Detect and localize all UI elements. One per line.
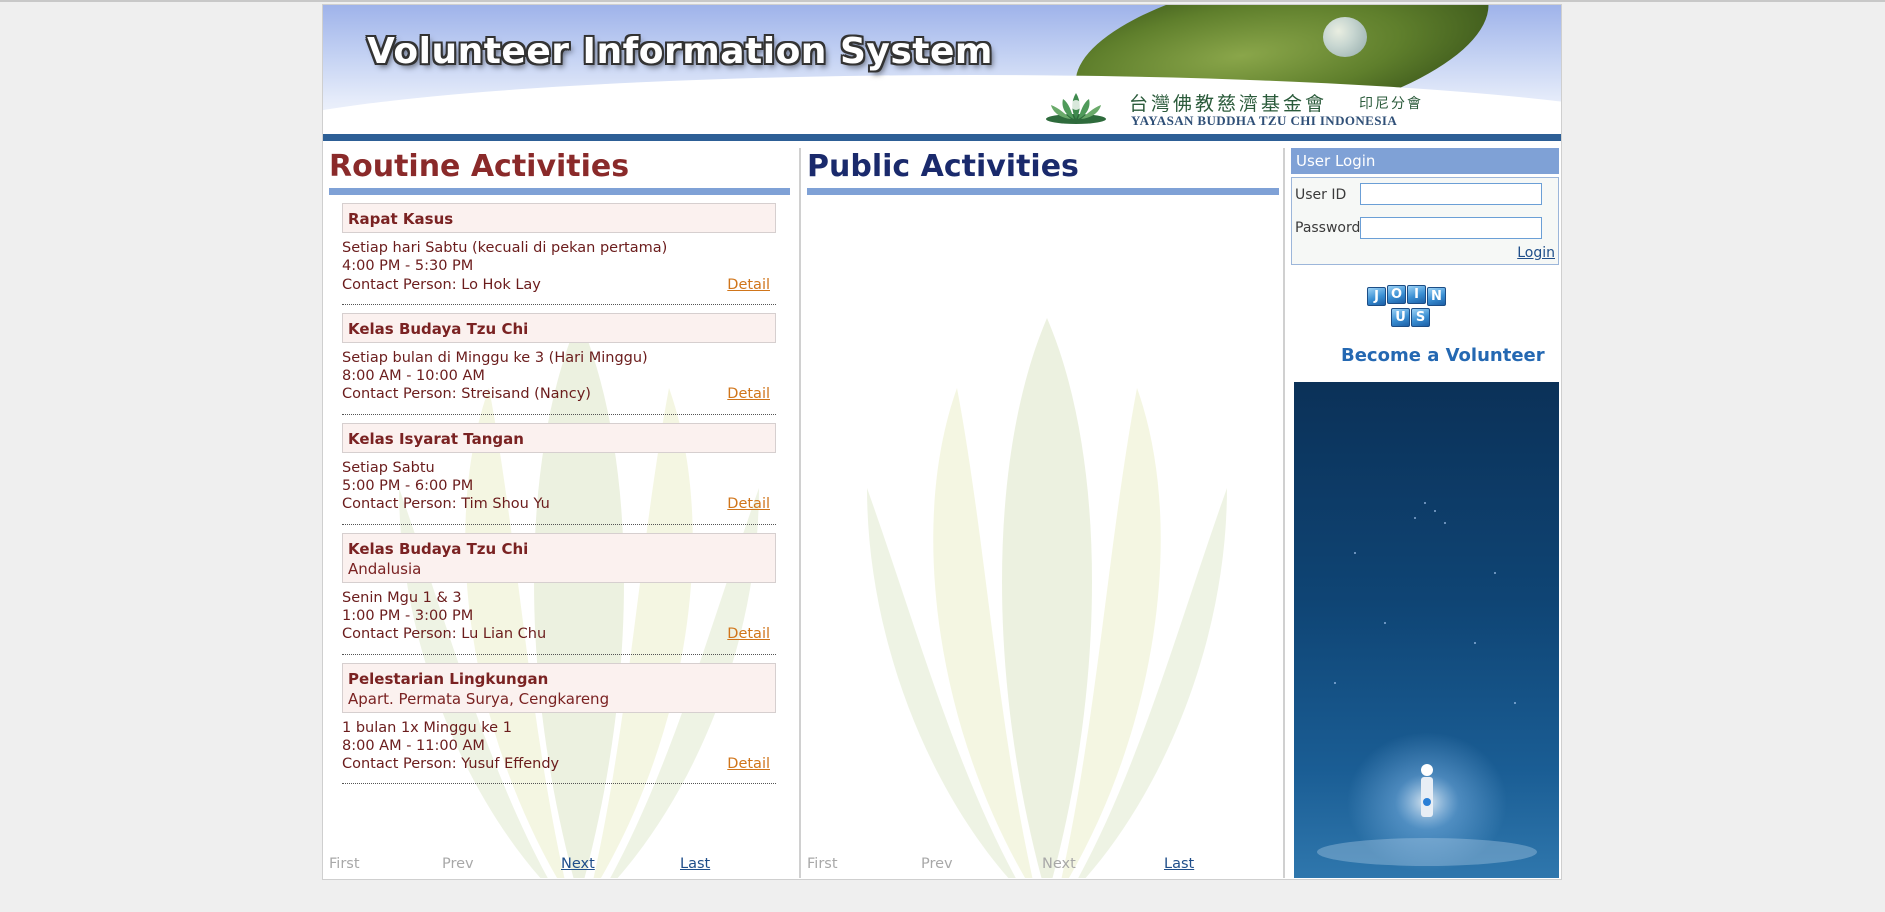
pager-last[interactable]: Last xyxy=(1164,856,1194,872)
lotus-watermark xyxy=(867,318,1227,878)
column-divider xyxy=(799,148,801,878)
join-cube: I xyxy=(1407,285,1426,304)
activity-contact-text: Contact Person: Lu Lian Chu xyxy=(342,626,547,643)
activity-header: Pelestarian Lingkungan Apart. Permata Su… xyxy=(342,662,776,713)
activity-schedule: Senin Mgu 1 & 3 xyxy=(342,589,462,606)
header-divider xyxy=(323,134,1561,141)
user-id-label: User ID xyxy=(1295,187,1347,203)
pager-last[interactable]: Last xyxy=(680,856,710,872)
detail-link[interactable]: Detail xyxy=(727,385,770,403)
activity-schedule: Setiap Sabtu xyxy=(342,459,435,476)
activity-name: Kelas Isyarat Tangan xyxy=(348,429,524,448)
become-volunteer-text: Become a Volunteer xyxy=(1341,345,1545,366)
activity-item: Kelas Budaya Tzu Chi Andalusia Senin Mgu… xyxy=(342,532,776,655)
activity-header: Kelas Budaya Tzu Chi xyxy=(342,312,776,343)
public-activities-panel: Public Activities First Prev Next Last xyxy=(807,148,1279,878)
join-us-banner[interactable]: J O I N U S Become a Volunteer xyxy=(1291,275,1559,375)
activity-name: Kelas Budaya Tzu Chi xyxy=(348,319,529,338)
pager-next: Next xyxy=(1042,856,1076,872)
public-title-rule xyxy=(807,188,1279,195)
password-input[interactable] xyxy=(1360,217,1542,239)
activity-contact: Contact Person: Streisand (Nancy) Detail xyxy=(342,385,776,403)
routine-activities-panel: Routine Activities Rapat Kasus Setiap ha… xyxy=(329,148,790,878)
activity-location: Andalusia xyxy=(348,559,422,578)
activity-item: Kelas Budaya Tzu Chi Setiap bulan di Min… xyxy=(342,312,776,415)
detail-link[interactable]: Detail xyxy=(727,755,770,773)
chinese-branch-name: 印尼分會 xyxy=(1359,96,1423,112)
org-name: YAYASAN BUDDHA TZU CHI INDONESIA xyxy=(1131,113,1398,128)
activity-schedule: Setiap bulan di Minggu ke 3 (Hari Minggu… xyxy=(342,349,648,366)
tzu-chi-lotus-logo xyxy=(1046,93,1106,124)
user-id-input[interactable] xyxy=(1360,183,1542,205)
public-pager: First Prev Next Last xyxy=(807,856,1268,876)
join-cube: U xyxy=(1391,308,1410,327)
detail-link[interactable]: Detail xyxy=(727,625,770,643)
activity-contact: Contact Person: Lo Hok Lay Detail xyxy=(342,276,776,294)
activity-contact-text: Contact Person: Yusuf Effendy xyxy=(342,756,560,773)
join-cube: O xyxy=(1387,285,1406,304)
login-link[interactable]: Login xyxy=(1517,245,1555,261)
join-cube: J xyxy=(1367,287,1386,306)
activity-time: 8:00 AM - 10:00 AM xyxy=(342,368,485,385)
join-cube: S xyxy=(1411,308,1430,327)
activity-name: Rapat Kasus xyxy=(348,210,454,228)
routine-activities-title: Routine Activities xyxy=(329,149,630,184)
activity-time: 4:00 PM - 5:30 PM xyxy=(342,258,474,275)
activity-time: 5:00 PM - 6:00 PM xyxy=(342,478,474,495)
activity-contact-text: Contact Person: Tim Shou Yu xyxy=(342,496,550,513)
join-cube: N xyxy=(1427,287,1446,306)
header-banner: Volunteer Information System 台灣佛教慈濟基金會 印… xyxy=(323,5,1561,133)
column-divider xyxy=(1283,148,1285,878)
activity-schedule: 1 bulan 1x Minggu ke 1 xyxy=(342,719,512,736)
activity-contact-text: Contact Person: Streisand (Nancy) xyxy=(342,386,591,403)
pager-prev: Prev xyxy=(921,856,953,872)
activity-item: Rapat Kasus Setiap hari Sabtu (kecuali d… xyxy=(342,203,776,305)
activity-item: Pelestarian Lingkungan Apart. Permata Su… xyxy=(342,662,776,785)
lighthouse-image xyxy=(1294,382,1559,878)
detail-link[interactable]: Detail xyxy=(727,276,770,294)
password-label: Password xyxy=(1295,220,1361,236)
page-container: Volunteer Information System 台灣佛教慈濟基金會 印… xyxy=(322,4,1562,880)
pager-prev: Prev xyxy=(442,856,474,872)
pager-first: First xyxy=(329,856,360,872)
public-activities-title: Public Activities xyxy=(807,149,1079,184)
activity-name: Pelestarian Lingkungan xyxy=(348,669,549,688)
activity-header: Kelas Isyarat Tangan xyxy=(342,422,776,453)
sidebar: User Login User ID Password Login J O I … xyxy=(1291,148,1559,878)
top-border xyxy=(0,0,1885,2)
activity-name: Kelas Budaya Tzu Chi xyxy=(348,539,529,558)
lighthouse-glow xyxy=(1317,732,1537,872)
pager-next[interactable]: Next xyxy=(561,856,595,872)
activity-header: Rapat Kasus xyxy=(342,203,776,233)
routine-pager: First Prev Next Last xyxy=(329,856,790,876)
activity-time: 1:00 PM - 3:00 PM xyxy=(342,607,474,624)
login-form: User ID Password Login xyxy=(1291,177,1559,265)
activity-schedule: Setiap hari Sabtu (kecuali di pekan pert… xyxy=(342,240,668,256)
activity-location: Apart. Permata Surya, Cengkareng xyxy=(348,689,610,708)
activity-contact: Contact Person: Yusuf Effendy Detail xyxy=(342,755,776,773)
routine-title-rule xyxy=(329,188,790,195)
activity-header: Kelas Budaya Tzu Chi Andalusia xyxy=(342,532,776,583)
login-title: User Login xyxy=(1291,148,1559,174)
activity-contact: Contact Person: Tim Shou Yu Detail xyxy=(342,495,776,513)
activity-contact-text: Contact Person: Lo Hok Lay xyxy=(342,276,541,293)
site-title: Volunteer Information System xyxy=(367,31,993,72)
pager-first: First xyxy=(807,856,838,872)
activity-time: 8:00 AM - 11:00 AM xyxy=(342,737,485,754)
activity-item: Kelas Isyarat Tangan Setiap Sabtu 5:00 P… xyxy=(342,422,776,525)
water-drop-graphic xyxy=(1323,17,1367,57)
chinese-org-name: 台灣佛教慈濟基金會 xyxy=(1129,93,1328,115)
detail-link[interactable]: Detail xyxy=(727,495,770,513)
activity-contact: Contact Person: Lu Lian Chu Detail xyxy=(342,625,776,643)
